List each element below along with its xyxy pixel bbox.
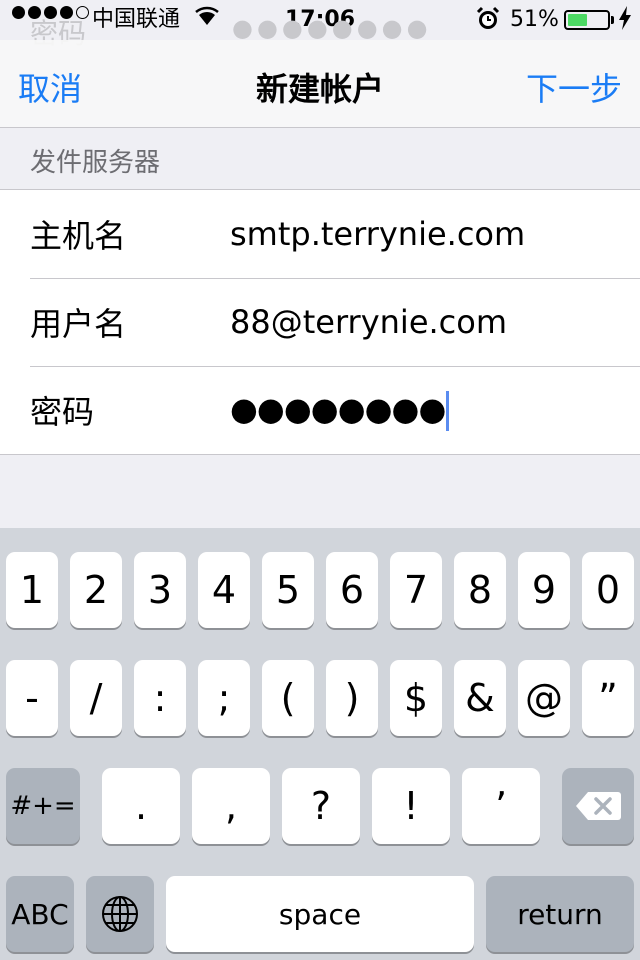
key-apostrophe[interactable]: ’ [462,768,540,844]
key-7[interactable]: 7 [390,552,442,628]
globe-icon [100,894,140,934]
battery-icon [564,10,610,30]
password-field[interactable]: ●●●●●●●● [230,389,450,431]
key-2[interactable]: 2 [70,552,122,628]
key-at[interactable]: @ [518,660,570,736]
battery-percent: 51% [510,7,559,32]
cancel-button[interactable]: 取消 [18,64,82,110]
host-field[interactable]: smtp.terrynie.com [230,215,525,253]
key-9[interactable]: 9 [518,552,570,628]
return-key[interactable]: return [486,876,634,952]
key-close-paren[interactable]: ) [326,660,378,736]
key-0[interactable]: 0 [582,552,634,628]
key-ampersand[interactable]: & [454,660,506,736]
key-quote[interactable]: ” [582,660,634,736]
key-colon[interactable]: : [134,660,186,736]
password-row[interactable]: 密码 ●●●●●●●● [0,366,640,454]
battery-cap [611,16,614,24]
username-field[interactable]: 88@terrynie.com [230,303,507,341]
username-row[interactable]: 用户名 88@terrynie.com [0,278,640,366]
username-label: 用户名 [30,305,127,343]
charging-bolt-icon [618,6,632,38]
key-3[interactable]: 3 [134,552,186,628]
key-comma[interactable]: , [192,768,270,844]
next-step-button[interactable]: 下一步 [526,64,622,110]
keyboard: 1 2 3 4 5 6 7 8 9 0 - / : ; ( ) $ & @ ” … [0,528,640,960]
key-dollar[interactable]: $ [390,660,442,736]
key-5[interactable]: 5 [262,552,314,628]
host-label: 主机名 [30,217,127,255]
alarm-clock-icon [476,6,500,40]
battery-level-fill [568,14,588,26]
background-password-dots: ●●●●●●●● [232,14,432,42]
key-6[interactable]: 6 [326,552,378,628]
key-exclamation[interactable]: ! [372,768,450,844]
key-question[interactable]: ? [282,768,360,844]
password-dots: ●●●●●●●● [230,389,446,428]
abc-key[interactable]: ABC [6,876,74,952]
outgoing-server-form: 主机名 smtp.terrynie.com 用户名 88@terrynie.co… [0,189,640,455]
key-open-paren[interactable]: ( [262,660,314,736]
section-header-outgoing-server: 发件服务器 [30,148,161,178]
key-4[interactable]: 4 [198,552,250,628]
password-label: 密码 [30,393,95,431]
globe-key[interactable] [86,876,154,952]
text-cursor [446,390,450,431]
host-row[interactable]: 主机名 smtp.terrynie.com [0,190,640,278]
space-key[interactable]: space [166,876,474,952]
key-slash[interactable]: / [70,660,122,736]
navigation-bar: 取消 新建帐户 下一步 [0,40,640,128]
key-semicolon[interactable]: ; [198,660,250,736]
symbols-key[interactable]: #+= [6,768,80,844]
key-1[interactable]: 1 [6,552,58,628]
backspace-key[interactable] [562,768,634,844]
backspace-icon [574,790,622,822]
key-period[interactable]: . [102,768,180,844]
key-hyphen[interactable]: - [6,660,58,736]
key-8[interactable]: 8 [454,552,506,628]
